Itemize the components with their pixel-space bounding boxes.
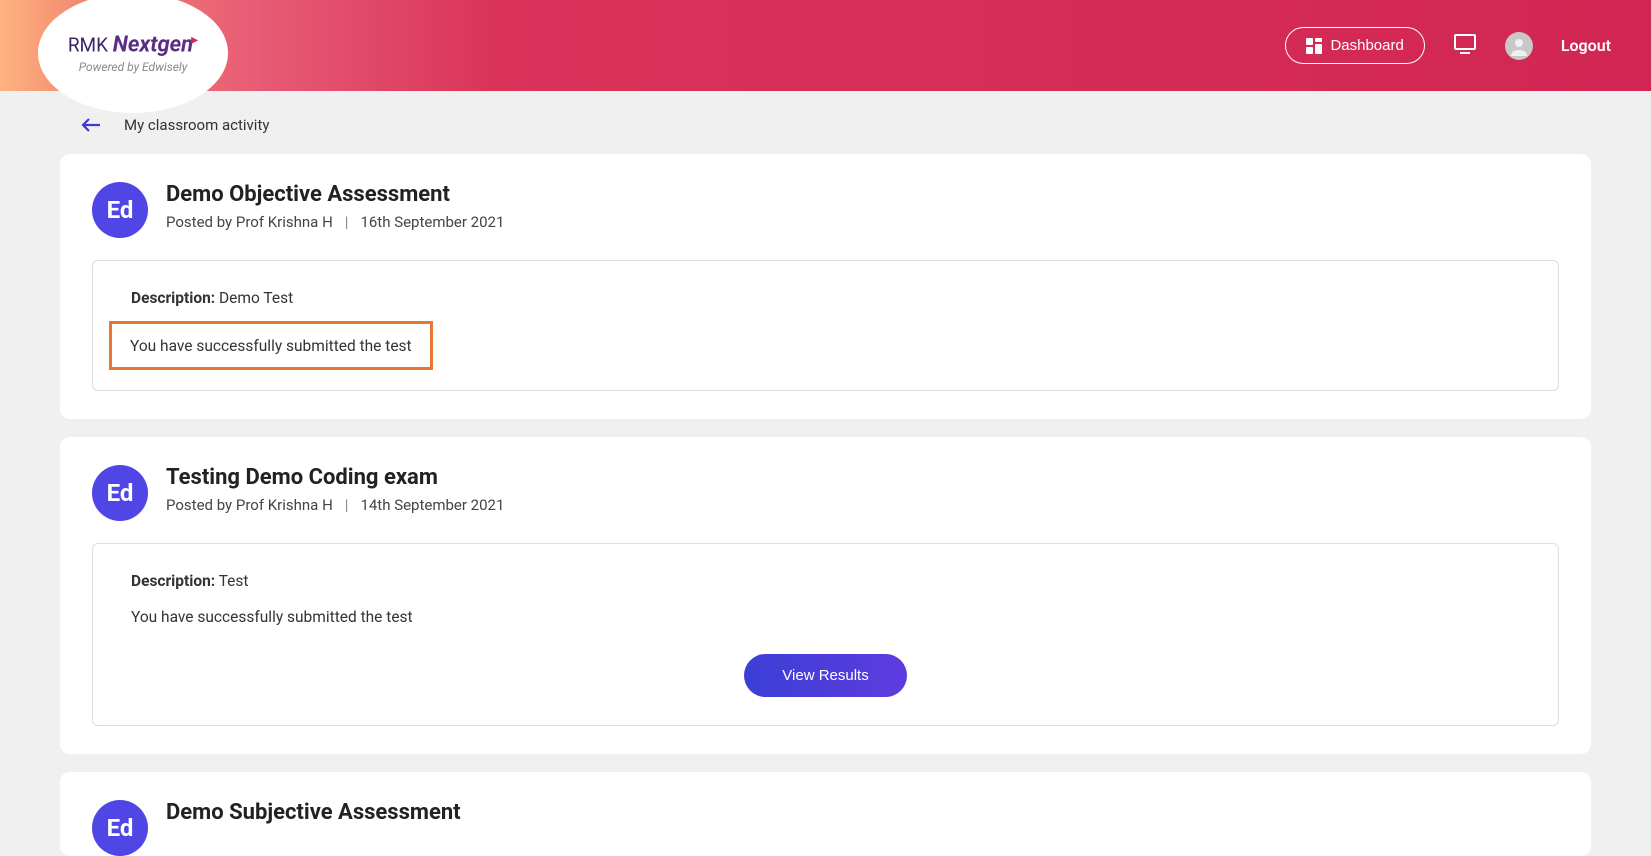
description-line: Description: Demo Test — [131, 289, 1520, 307]
description-line: Description: Test — [131, 572, 1520, 590]
activity-card: Ed Demo Subjective Assessment — [60, 772, 1591, 856]
ed-badge: Ed — [92, 182, 148, 238]
monitor-icon[interactable] — [1453, 33, 1477, 59]
breadcrumb-title: My classroom activity — [124, 116, 269, 134]
ed-badge: Ed — [92, 800, 148, 856]
dashboard-label: Dashboard — [1330, 37, 1403, 54]
logout-link[interactable]: Logout — [1561, 36, 1611, 55]
description-label: Description: — [131, 289, 215, 307]
card-header: Ed Demo Objective Assessment Posted by P… — [92, 182, 1559, 238]
description-value: Demo Test — [219, 289, 293, 307]
card-title: Demo Objective Assessment — [166, 182, 504, 207]
main-content: My classroom activity Ed Demo Objective … — [0, 91, 1651, 856]
card-body: Description: Test You have successfully … — [92, 543, 1559, 726]
card-header-text: Demo Subjective Assessment — [166, 800, 461, 831]
card-header-text: Demo Objective Assessment Posted by Prof… — [166, 182, 504, 231]
activity-card: Ed Demo Objective Assessment Posted by P… — [60, 154, 1591, 419]
description-label: Description: — [131, 572, 215, 590]
activity-card: Ed Testing Demo Coding exam Posted by Pr… — [60, 437, 1591, 754]
header-actions: Dashboard Logout — [1285, 27, 1611, 64]
avatar[interactable] — [1505, 32, 1533, 60]
card-header: Ed Demo Subjective Assessment — [92, 800, 1559, 856]
grid-icon — [1306, 38, 1322, 54]
back-arrow-icon[interactable] — [80, 116, 102, 134]
card-meta: Posted by Prof Krishna H | 16th Septembe… — [166, 213, 504, 231]
logo-prefix: RMK — [68, 34, 108, 57]
logo-subtitle: Powered by Edwisely — [79, 60, 187, 74]
posted-by: Posted by Prof Krishna H — [166, 496, 333, 514]
card-meta: Posted by Prof Krishna H | 14th Septembe… — [166, 496, 504, 514]
logo-main-word: Nextgen — [113, 33, 193, 58]
description-value: Test — [219, 572, 249, 590]
status-text: You have successfully submitted the test — [130, 337, 412, 355]
app-header: RMK Nextgen▸ Powered by Edwisely Dashboa… — [0, 0, 1651, 91]
posted-by: Posted by Prof Krishna H — [166, 213, 333, 231]
highlight-annotation: You have successfully submitted the test — [109, 321, 433, 370]
breadcrumb: My classroom activity — [60, 91, 1591, 154]
view-results-button[interactable]: View Results — [744, 654, 906, 697]
meta-divider: | — [345, 213, 349, 231]
card-date: 14th September 2021 — [360, 496, 504, 514]
status-text: You have successfully submitted the test — [131, 608, 1520, 626]
card-date: 16th September 2021 — [360, 213, 504, 231]
dashboard-button[interactable]: Dashboard — [1285, 27, 1424, 64]
card-title: Testing Demo Coding exam — [166, 465, 504, 490]
meta-divider: | — [345, 496, 349, 514]
ed-badge: Ed — [92, 465, 148, 521]
logo-text: RMK Nextgen▸ — [68, 32, 198, 57]
card-header: Ed Testing Demo Coding exam Posted by Pr… — [92, 465, 1559, 521]
card-title: Demo Subjective Assessment — [166, 800, 461, 825]
card-header-text: Testing Demo Coding exam Posted by Prof … — [166, 465, 504, 514]
logo-arrow-icon: ▸ — [191, 32, 198, 48]
card-body: Description: Demo Test You have successf… — [92, 260, 1559, 391]
